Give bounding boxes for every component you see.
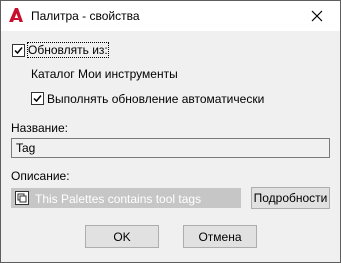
close-button[interactable] (294, 1, 340, 31)
description-label: Описание: (11, 169, 70, 183)
edit-field-icon (15, 191, 29, 205)
update-from-checkbox[interactable] (12, 44, 25, 57)
description-value: This Palettes contains tool tags (35, 192, 202, 206)
update-from-label[interactable]: Обновлять из: (27, 42, 109, 58)
close-icon (311, 10, 323, 22)
checkmark-icon (33, 95, 42, 103)
window-title: Палитра - свойства (31, 9, 140, 23)
checkmark-icon (14, 47, 23, 55)
description-input[interactable]: This Palettes contains tool tags (11, 188, 241, 208)
title-bar: Палитра - свойства (1, 1, 340, 31)
name-input[interactable]: Tag (11, 138, 330, 158)
auto-update-checkbox[interactable] (31, 92, 44, 105)
auto-update-label[interactable]: Выполнять обновление автоматически (47, 92, 264, 106)
name-label: Название: (11, 121, 68, 135)
autocad-logo-icon (9, 8, 23, 22)
details-button[interactable]: Подробности (251, 187, 330, 209)
palette-properties-dialog: Палитра - свойства Обновлять из: Каталог… (0, 0, 341, 263)
update-source-text: Каталог Мои инструменты (31, 67, 178, 81)
cancel-button[interactable]: Отмена (183, 225, 257, 248)
ok-button[interactable]: OK (85, 225, 159, 248)
